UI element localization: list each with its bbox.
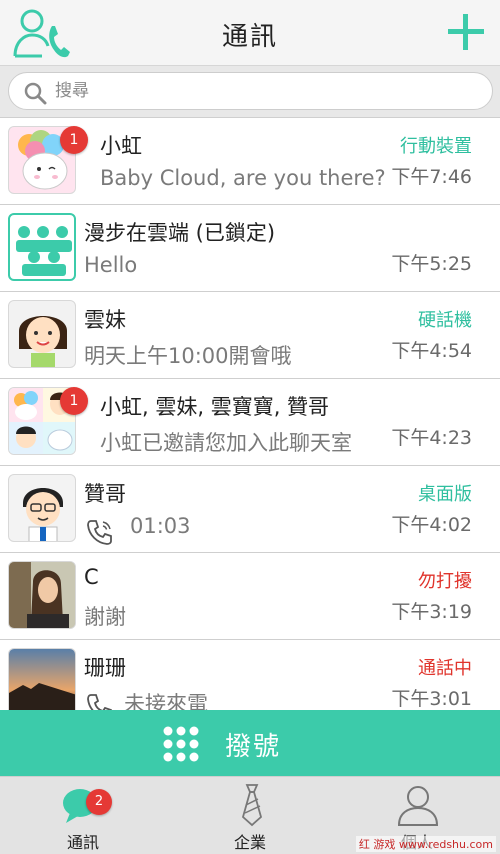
- contact-name: 珊珊: [84, 656, 126, 680]
- last-message: Baby Cloud, are you there?: [100, 166, 386, 190]
- message-time: 下午7:46: [391, 166, 472, 188]
- last-message: Hello: [84, 253, 138, 277]
- message-time: 下午3:01: [391, 688, 472, 710]
- device-status: 硬話機: [418, 310, 472, 331]
- unread-badge: 1: [60, 126, 88, 154]
- conversation-row[interactable]: C 謝謝 勿打擾 下午3:19: [0, 553, 500, 640]
- tie-icon: [241, 784, 263, 827]
- contact-name: 雲妹: [84, 308, 126, 332]
- dial-label: 撥號: [225, 732, 282, 762]
- search-input[interactable]: [55, 77, 475, 105]
- conversation-row[interactable]: 珊珊 未接來電 通話中 下午3:01: [0, 640, 500, 710]
- person-icon: [397, 786, 439, 826]
- avatar-group-icon: [8, 213, 76, 281]
- contact-name: 贊哥: [84, 482, 126, 506]
- search-box[interactable]: [8, 72, 493, 110]
- tab-messages[interactable]: 2 通訊: [0, 777, 166, 854]
- conversation-row[interactable]: 1 小虹, 雲妹, 雲寶寶, 贊哥 小虹已邀請您加入此聊天室 下午4:23: [0, 379, 500, 466]
- contact-name: C: [84, 565, 99, 589]
- message-time: 下午4:54: [391, 340, 472, 362]
- tab-enterprise[interactable]: 企業: [167, 777, 333, 854]
- top-header: 通訊: [0, 0, 500, 66]
- avatar-cartoon-girl: [8, 300, 76, 368]
- tab-label: 通訊: [66, 833, 99, 852]
- conversation-row[interactable]: 贊哥 01:03 桌面版 下午4:02: [0, 466, 500, 553]
- search-bar: [0, 66, 500, 118]
- dial-button[interactable]: 撥號: [0, 710, 500, 776]
- message-time: 下午3:19: [391, 601, 472, 623]
- message-time: 下午4:02: [391, 514, 472, 536]
- conversation-row[interactable]: 雲妹 明天上午10:00開會哦 硬話機 下午4:54: [0, 292, 500, 379]
- contact-name: 小虹: [100, 134, 142, 158]
- add-icon[interactable]: [446, 12, 486, 52]
- last-message: 明天上午10:00開會哦: [84, 344, 292, 368]
- contact-name: 漫步在雲端 (已鎖定): [84, 221, 276, 245]
- conversation-list: 1 小虹 Baby Cloud, are you there? 行動裝置 下午7…: [0, 118, 500, 710]
- device-status: 行動裝置: [400, 136, 472, 157]
- last-message: 小虹已邀請您加入此聊天室: [100, 431, 352, 455]
- contact-name: 小虹, 雲妹, 雲寶寶, 贊哥: [100, 395, 330, 419]
- unread-badge: 1: [60, 387, 88, 415]
- keypad-icon: [163, 726, 199, 762]
- watermark: 红 游戏 www.redshu.com: [355, 836, 496, 852]
- device-status: 桌面版: [418, 484, 472, 505]
- device-status: 勿打擾: [418, 571, 472, 592]
- page-title: 通訊: [221, 22, 278, 52]
- message-time: 下午4:23: [391, 427, 472, 449]
- message-time: 下午5:25: [391, 253, 472, 275]
- avatar-cartoon-boy: [8, 474, 76, 542]
- phone-icon: [87, 520, 112, 545]
- last-message: 謝謝: [84, 605, 126, 629]
- device-status: 通話中: [418, 658, 472, 679]
- phone-icon: [87, 694, 112, 710]
- conversation-row[interactable]: 漫步在雲端 (已鎖定) Hello 下午5:25: [0, 205, 500, 292]
- tab-label: 企業: [233, 833, 266, 852]
- bottom-tab-bar: 2 通訊 企業 個人 红 游戏 www.redshu.com: [0, 776, 500, 854]
- avatar-photo-woman: [8, 561, 76, 629]
- tab-badge: 2: [86, 789, 112, 815]
- last-message: 未接來電: [124, 692, 208, 710]
- conversation-row[interactable]: 1 小虹 Baby Cloud, are you there? 行動裝置 下午7…: [0, 118, 500, 205]
- last-message: 01:03: [130, 514, 191, 538]
- search-icon: [24, 82, 47, 105]
- avatar-photo-sunset: [8, 648, 76, 710]
